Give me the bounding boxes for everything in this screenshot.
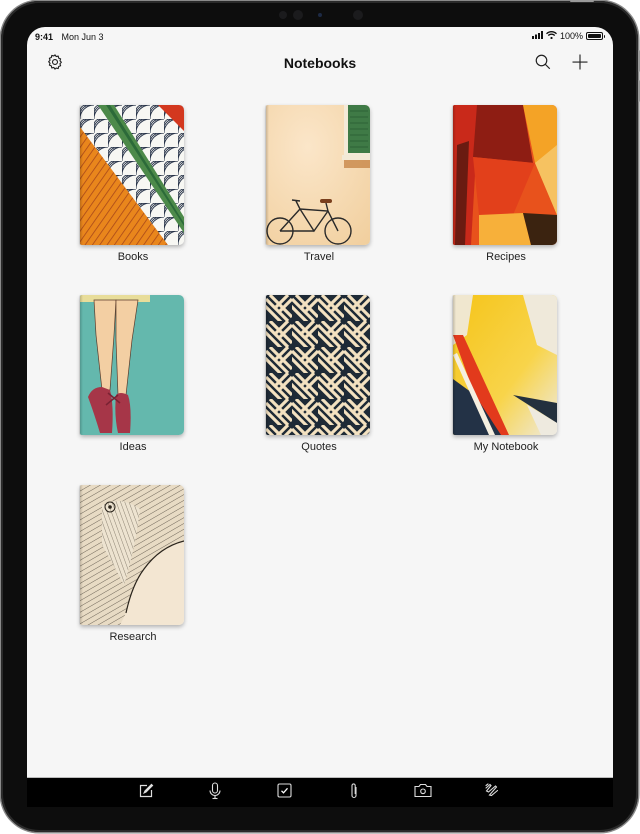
search-button[interactable] — [532, 53, 554, 75]
notebook-cover-elephant-sketch — [80, 485, 184, 625]
notebook-cover-bicycle-wall — [266, 105, 370, 245]
notebook-title: Travel — [303, 251, 335, 263]
notebook-cover-ballet-shoes — [80, 295, 184, 435]
notebook-title: Recipes — [486, 251, 526, 263]
battery-icon — [586, 32, 605, 40]
status-date: Mon Jun 3 — [61, 32, 104, 42]
plus-icon — [571, 53, 589, 76]
notebook-item[interactable]: Research — [80, 485, 186, 643]
search-icon — [534, 53, 552, 76]
attach-button[interactable] — [344, 782, 364, 805]
notebook-item[interactable]: Ideas — [80, 295, 186, 453]
notebook-cover-orange-green-pattern — [80, 105, 184, 245]
notebook-item[interactable]: Travel — [266, 105, 372, 263]
record-audio-button[interactable] — [205, 781, 225, 805]
paperclip-icon — [349, 782, 359, 805]
bottom-toolbar — [27, 777, 613, 807]
status-bar: 9:41 Mon Jun 3 100% — [27, 27, 613, 47]
notebook-title: Ideas — [119, 441, 147, 453]
notebook-item[interactable]: My Notebook — [453, 295, 559, 453]
top-button — [570, 0, 594, 2]
camera-button[interactable] — [413, 783, 433, 803]
scribble-icon — [484, 782, 502, 804]
notebook-item[interactable]: Books — [80, 105, 186, 263]
checklist-button[interactable] — [274, 783, 294, 803]
cellular-signal-icon — [531, 31, 543, 41]
markup-button[interactable] — [483, 782, 503, 804]
camera-icon — [414, 783, 432, 803]
notebook-cover-red-orange-abstract — [453, 105, 557, 245]
wifi-icon — [546, 31, 557, 41]
add-notebook-button[interactable] — [569, 53, 591, 75]
camera-sensor — [293, 10, 303, 20]
page-title: Notebooks — [283, 55, 357, 71]
checklist-icon — [276, 783, 292, 803]
navigation-bar: Notebooks — [27, 47, 613, 81]
notebook-title: Books — [117, 251, 149, 263]
battery-percentage: 100% — [559, 31, 583, 41]
compose-button[interactable] — [136, 783, 156, 804]
notebook-item[interactable]: Quotes — [266, 295, 372, 453]
microphone-icon — [208, 781, 222, 805]
notebook-title: Research — [109, 631, 157, 643]
camera-sensor — [353, 10, 363, 20]
status-time: 9:41 — [35, 32, 54, 42]
screen: 9:41 Mon Jun 3 100% Notebooks Books Trav… — [27, 27, 613, 807]
notebook-item[interactable]: Recipes — [453, 105, 559, 263]
notebook-cover-yellow-red-brushstroke — [453, 295, 557, 435]
notebook-cover-navy-cream-geometric — [266, 295, 370, 435]
compose-icon — [138, 783, 154, 804]
notebook-title: Quotes — [301, 441, 337, 453]
camera-lens — [318, 13, 322, 17]
notebook-title: My Notebook — [473, 441, 539, 453]
camera-sensor — [279, 11, 287, 19]
